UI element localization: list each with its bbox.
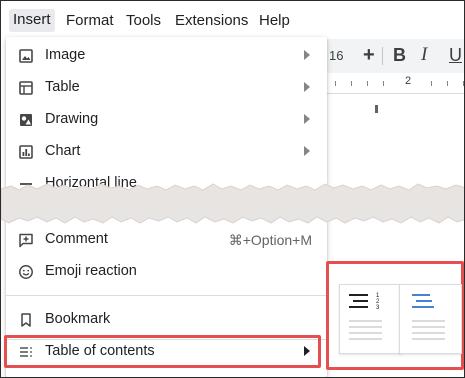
app-window: Insert Format Tools Extensions Help 16 +… xyxy=(0,0,465,378)
toc-menu-highlight xyxy=(4,335,321,368)
drawing-icon xyxy=(20,114,32,126)
ruler-tick xyxy=(383,81,384,86)
chart-icon xyxy=(19,145,33,159)
menu-item-table[interactable]: Table xyxy=(6,73,327,103)
table-icon xyxy=(19,81,33,95)
bold-button[interactable]: B xyxy=(393,45,406,66)
menu-help[interactable]: Help xyxy=(257,11,292,33)
menu-item-drawing[interactable]: Drawing xyxy=(6,105,327,135)
menu-extensions[interactable]: Extensions xyxy=(173,11,250,33)
comment-add-icon xyxy=(19,233,33,248)
menu-bar: Insert Format Tools Extensions Help xyxy=(1,1,464,37)
toolbar: 16 + B I U xyxy=(327,39,464,73)
bookmark-icon xyxy=(21,313,31,327)
submenu-arrow-icon xyxy=(304,50,310,60)
menu-item-label: Emoji reaction xyxy=(45,263,137,279)
menu-item-bookmark[interactable]: Bookmark xyxy=(6,305,327,335)
ruler-tick xyxy=(351,81,352,86)
toolbar-divider xyxy=(382,47,383,65)
menu-item-label: Bookmark xyxy=(45,311,111,327)
italic-button[interactable]: I xyxy=(421,44,427,66)
menu-item-label: Chart xyxy=(45,143,81,159)
menu-insert[interactable]: Insert xyxy=(9,9,55,32)
menu-tools[interactable]: Tools xyxy=(124,11,163,33)
menu-item-label: Table xyxy=(45,79,80,95)
menu-format[interactable]: Format xyxy=(64,11,116,33)
submenu-arrow-icon xyxy=(304,146,310,156)
menu-item-shortcut: ⌘+Option+M xyxy=(228,232,312,248)
underline-button[interactable]: U xyxy=(449,45,462,66)
submenu-arrow-icon xyxy=(304,82,310,92)
ruler-tick xyxy=(463,81,464,86)
ruler[interactable]: 2 xyxy=(327,73,464,94)
menu-item-label: Image xyxy=(45,47,86,63)
toc-page-number: 3 xyxy=(376,305,380,311)
submenu-arrow-icon xyxy=(304,114,310,124)
menu-divider xyxy=(6,295,327,296)
menu-item-image[interactable]: Image xyxy=(6,41,327,71)
toc-option-plain-text[interactable]: 1 2 3 xyxy=(339,284,402,354)
increase-font-size-button[interactable]: + xyxy=(363,44,375,67)
ruler-tick xyxy=(335,81,336,86)
menu-item-label: Drawing xyxy=(45,111,99,127)
emoji-icon xyxy=(19,265,33,279)
menu-item-label: Comment xyxy=(45,231,108,247)
menu-item-emoji-reaction[interactable]: Emoji reaction xyxy=(6,257,327,287)
indent-marker[interactable] xyxy=(375,105,378,113)
torn-paper-break xyxy=(1,183,464,224)
toc-option-blue-links[interactable] xyxy=(399,284,462,354)
font-size-field[interactable]: 16 xyxy=(329,48,343,63)
menu-item-chart[interactable]: Chart xyxy=(6,137,327,167)
ruler-number: 2 xyxy=(405,75,412,87)
toc-options-panel: 1 2 3 xyxy=(326,261,464,370)
ruler-tick xyxy=(367,81,368,86)
plain-text-toc-icon: 1 2 3 xyxy=(349,293,382,340)
ruler-tick xyxy=(431,81,432,86)
image-icon xyxy=(19,49,33,63)
blue-links-toc-icon xyxy=(412,294,445,340)
ruler-tick xyxy=(447,81,448,86)
